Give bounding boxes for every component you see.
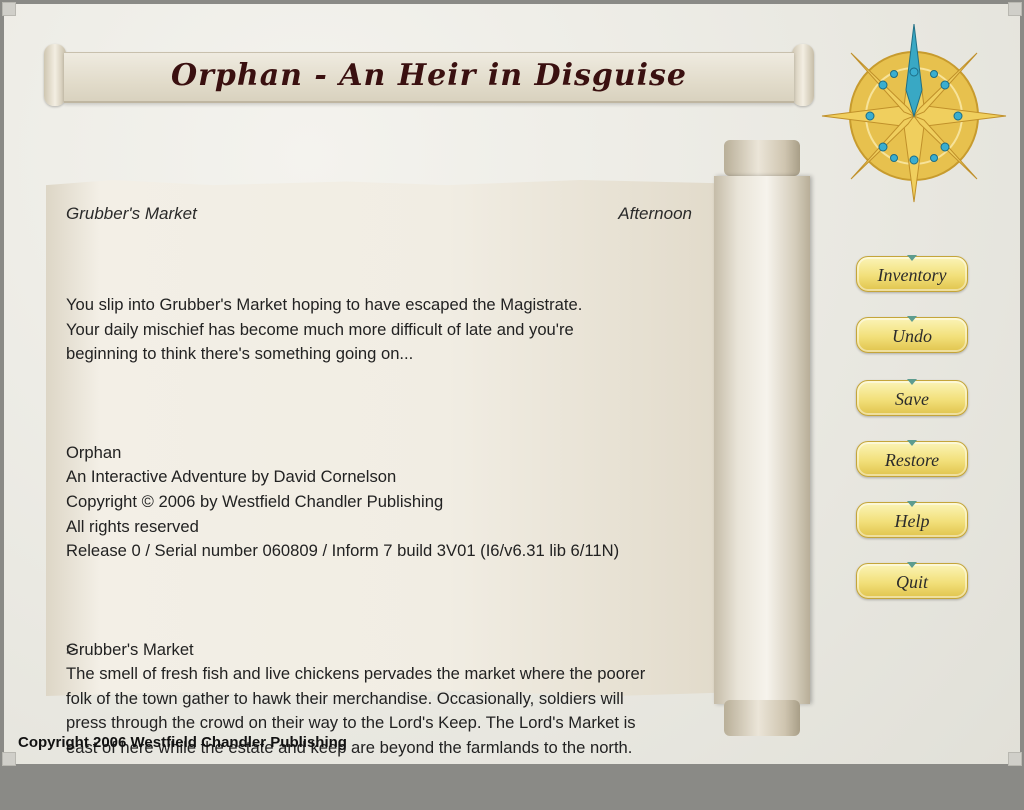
roller-bottom-cap [724, 700, 800, 736]
title-banner: Orphan - An Heir in Disguise [44, 44, 814, 106]
button-notch-icon [907, 255, 917, 261]
button-notch-icon [907, 562, 917, 568]
footer-copyright: Copyright 2006 Westfield Chandler Publis… [18, 734, 347, 751]
save-button[interactable]: Save [856, 379, 968, 416]
story-paragraph: You slip into Grubber's Market hoping to… [66, 295, 583, 364]
help-button-label: Help [894, 511, 930, 531]
button-notch-icon [907, 440, 917, 446]
restore-button-label: Restore [884, 450, 940, 470]
undo-button[interactable]: Undo [856, 316, 968, 353]
location-label: Grubber's Market [66, 204, 197, 223]
banner-right-roll [792, 44, 814, 106]
undo-button-label: Undo [892, 326, 932, 346]
button-notch-icon [907, 501, 917, 507]
story-text: You slip into Grubber's Market hoping to… [66, 244, 698, 757]
save-button-label: Save [895, 389, 929, 409]
time-label: Afternoon [618, 204, 692, 223]
compass-rose-icon [821, 23, 1007, 203]
inventory-button-label: Inventory [877, 265, 947, 285]
roller-top-cap [724, 140, 800, 176]
status-line: Grubber's Market Afternoon [66, 204, 692, 228]
scroll-roller [712, 140, 812, 740]
roller-body [714, 176, 810, 704]
button-notch-icon [907, 379, 917, 385]
app-window: Orphan - An Heir in Disguise Grubber's M… [2, 2, 1022, 766]
banner-left-roll [44, 44, 66, 106]
game-title: Orphan - An Heir in Disguise [170, 58, 688, 93]
frame-corner [2, 2, 16, 16]
restore-button[interactable]: Restore [856, 440, 968, 477]
inventory-button[interactable]: Inventory [856, 255, 968, 292]
frame-corner [2, 752, 16, 766]
quit-button-label: Quit [895, 572, 928, 592]
quit-button[interactable]: Quit [856, 562, 968, 599]
help-button[interactable]: Help [856, 501, 968, 538]
story-paragraph: Orphan An Interactive Adventure by David… [66, 442, 620, 561]
command-prompt[interactable]: > [66, 640, 76, 660]
frame-corner [1008, 2, 1022, 16]
frame-corner [1008, 752, 1022, 766]
button-notch-icon [907, 316, 917, 322]
